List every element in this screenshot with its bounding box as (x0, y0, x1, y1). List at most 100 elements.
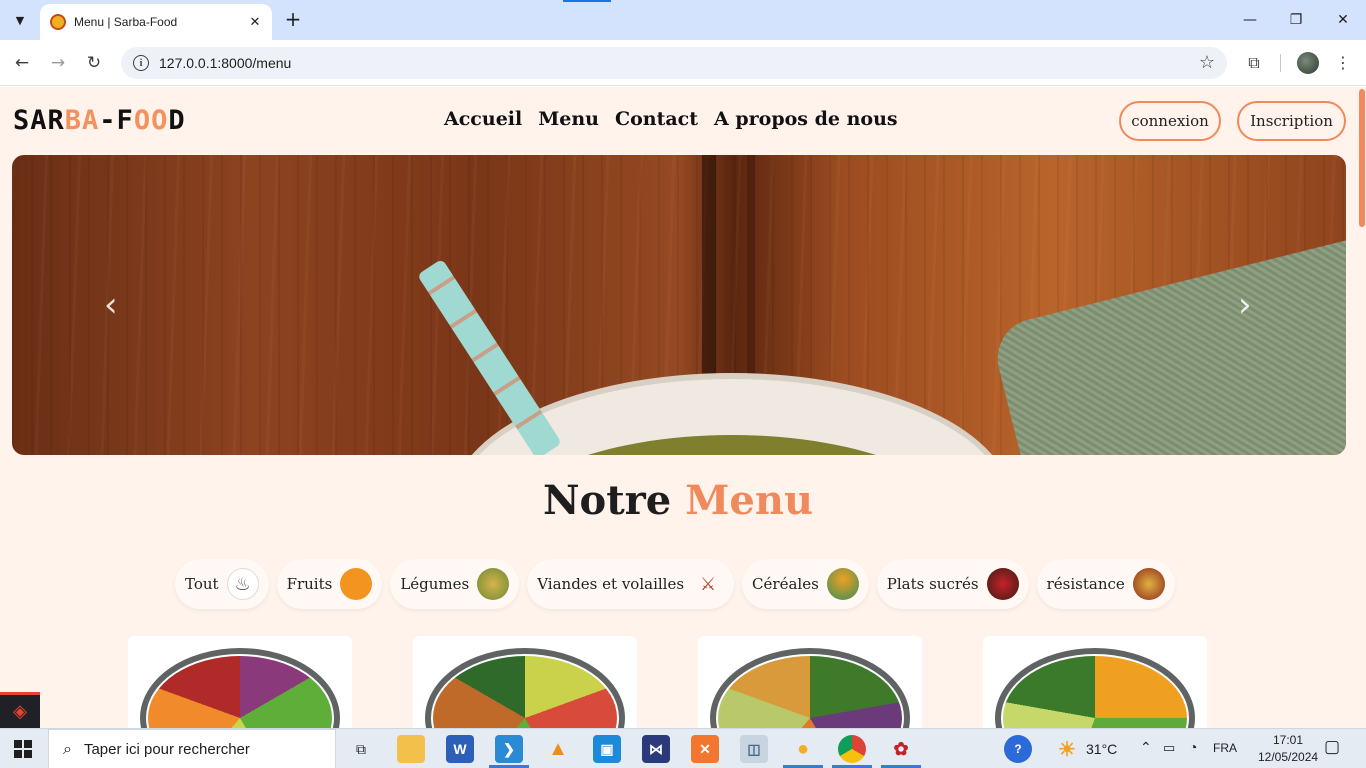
page-scrollbar[interactable] (1356, 87, 1366, 728)
task-view-icon[interactable]: ⧉ (347, 735, 375, 763)
visual-studio-icon[interactable]: ⋈ (642, 735, 670, 763)
stew-icon: ● (1132, 568, 1165, 600)
dish-card[interactable] (983, 636, 1207, 728)
filter-label: Fruits (286, 575, 333, 593)
forward-arrow-icon[interactable]: → (46, 51, 70, 75)
spoon-image (417, 258, 562, 455)
bookmark-star-icon[interactable]: ☆ (1199, 52, 1215, 73)
logo-part-accent: OO (133, 105, 169, 136)
login-button[interactable]: connexion (1119, 101, 1221, 141)
vlc-icon[interactable]: ▲ (544, 735, 572, 763)
notifications-icon[interactable]: ▢ (1324, 737, 1340, 757)
filter-plats-sucres[interactable]: Plats sucrés ● (876, 559, 1029, 609)
chrome-icon[interactable] (838, 735, 866, 763)
taskbar-search[interactable]: ⌕ Taper ici pour rechercher (48, 729, 336, 768)
carousel-prev-icon[interactable]: ‹ (104, 285, 118, 325)
ducky-app-icon[interactable]: ● (789, 735, 817, 763)
tab-indicator (563, 0, 611, 2)
more-menu-icon[interactable]: ⋮ (1332, 52, 1354, 74)
page-content: SARBA-FOOD Accueil Menu Contact A propos… (0, 87, 1366, 728)
oranges-icon: ● (340, 568, 373, 600)
category-filters: Tout ♨ Fruits ● Légumes ● Viandes et vol… (175, 559, 1175, 609)
nav-link-contact[interactable]: Contact (615, 108, 698, 130)
extensions-icon[interactable]: ⧉ (1243, 52, 1265, 74)
dish-card[interactable] (128, 636, 352, 728)
language-indicator[interactable]: FRA (1213, 741, 1237, 755)
signup-button[interactable]: Inscription (1237, 101, 1346, 141)
profile-avatar[interactable] (1297, 52, 1319, 74)
screenshot-app-icon[interactable]: ◫ (740, 735, 768, 763)
browser-tab-bar: ▼ Menu | Sarba-Food ✕ + — ❐ ✕ (0, 0, 1366, 40)
filter-label: Tout (185, 575, 219, 593)
hero-carousel: ‹ › (12, 155, 1346, 455)
tab-search-icon[interactable]: ▼ (8, 8, 32, 32)
tab-title: Menu | Sarba-Food (74, 15, 178, 29)
cereal-bowl-icon: ● (826, 568, 859, 600)
chocolate-fruit-icon: ● (986, 568, 1019, 600)
help-icon[interactable]: ? (1004, 735, 1032, 763)
filter-resistance[interactable]: résistance ● (1036, 559, 1175, 609)
weather-icon[interactable]: ☀ (1053, 735, 1081, 763)
filter-label: Plats sucrés (886, 575, 979, 593)
vegetables-icon: ● (477, 568, 510, 600)
logo-part: D (168, 105, 186, 136)
filter-tout[interactable]: Tout ♨ (175, 559, 269, 609)
clock-time[interactable]: 17:01 (1262, 733, 1314, 747)
clock-date[interactable]: 12/05/2024 (1258, 750, 1318, 764)
section-title: Notre Menu (0, 477, 1356, 524)
laravel-debugbar-icon[interactable]: ◈ (0, 692, 40, 728)
logo-part-accent: BA (64, 105, 100, 136)
site-logo[interactable]: SARBA-FOOD (13, 105, 186, 136)
new-tab-button[interactable]: + (282, 9, 304, 31)
word-icon[interactable]: W (446, 735, 474, 763)
back-arrow-icon[interactable]: ← (10, 51, 34, 75)
filter-legumes[interactable]: Légumes ● (390, 559, 520, 609)
battery-icon[interactable]: ▭ (1163, 740, 1175, 756)
vscode-icon[interactable]: ❯ (495, 735, 523, 763)
nav-link-menu[interactable]: Menu (538, 108, 599, 130)
file-explorer-icon[interactable] (397, 735, 425, 763)
nav-link-accueil[interactable]: Accueil (444, 108, 522, 130)
chef-hat-icon: ♨ (226, 568, 259, 600)
tray-expand-icon[interactable]: ⌃ (1140, 739, 1152, 756)
filter-viandes[interactable]: Viandes et volailles ⚔ (527, 559, 735, 609)
filter-label: Légumes (400, 575, 470, 593)
filter-label: Viandes et volailles (537, 575, 685, 593)
weather-temperature[interactable]: 31°C (1086, 741, 1117, 757)
filter-label: résistance (1046, 575, 1125, 593)
nav-link-a-propos[interactable]: A propos de nous (714, 108, 898, 130)
napkin-image (989, 227, 1346, 455)
browser-toolbar: ← → ↻ i 127.0.0.1:8000/menu ☆ ⧉ ⋮ (0, 40, 1366, 86)
address-bar[interactable]: i 127.0.0.1:8000/menu ☆ (121, 47, 1227, 79)
dish-card[interactable] (698, 636, 922, 728)
dish-card[interactable] (413, 636, 637, 728)
maximize-button[interactable]: ❐ (1273, 6, 1319, 34)
filter-label: Céréales (752, 575, 819, 593)
logo-part: SAR (13, 105, 65, 136)
paint-app-icon[interactable]: ✿ (887, 735, 915, 763)
tab-close-icon[interactable]: ✕ (246, 15, 264, 30)
filter-cereales[interactable]: Céréales ● (742, 559, 869, 609)
site-info-icon[interactable]: i (133, 55, 149, 71)
virtualbox-icon[interactable]: ▣ (593, 735, 621, 763)
logo-part: -F (99, 105, 134, 136)
windows-start-icon[interactable] (14, 740, 32, 758)
windows-taskbar: ⌕ Taper ici pour rechercher ⧉ W ❯ ▲ ▣ ⋈ … (0, 728, 1366, 768)
section-title-accent: Menu (685, 477, 814, 524)
close-window-button[interactable]: ✕ (1320, 6, 1366, 34)
search-icon: ⌕ (63, 739, 72, 758)
reload-icon[interactable]: ↻ (82, 51, 106, 75)
skewers-icon: ⚔ (699, 573, 717, 595)
xampp-icon[interactable]: ✕ (691, 735, 719, 763)
minimize-button[interactable]: — (1227, 6, 1273, 34)
url-text[interactable]: 127.0.0.1:8000/menu (159, 55, 291, 71)
toolbar-divider (1280, 54, 1281, 72)
main-navigation: Accueil Menu Contact A propos de nous (444, 108, 898, 130)
section-title-part: Notre (542, 477, 672, 524)
filter-fruits[interactable]: Fruits ● (276, 559, 383, 609)
wifi-icon[interactable]: ◔ (1189, 739, 1197, 755)
site-favicon-icon (50, 14, 66, 30)
carousel-next-icon[interactable]: › (1238, 285, 1252, 325)
scrollbar-thumb[interactable] (1359, 89, 1365, 227)
browser-tab-menu[interactable]: Menu | Sarba-Food ✕ (40, 4, 272, 40)
